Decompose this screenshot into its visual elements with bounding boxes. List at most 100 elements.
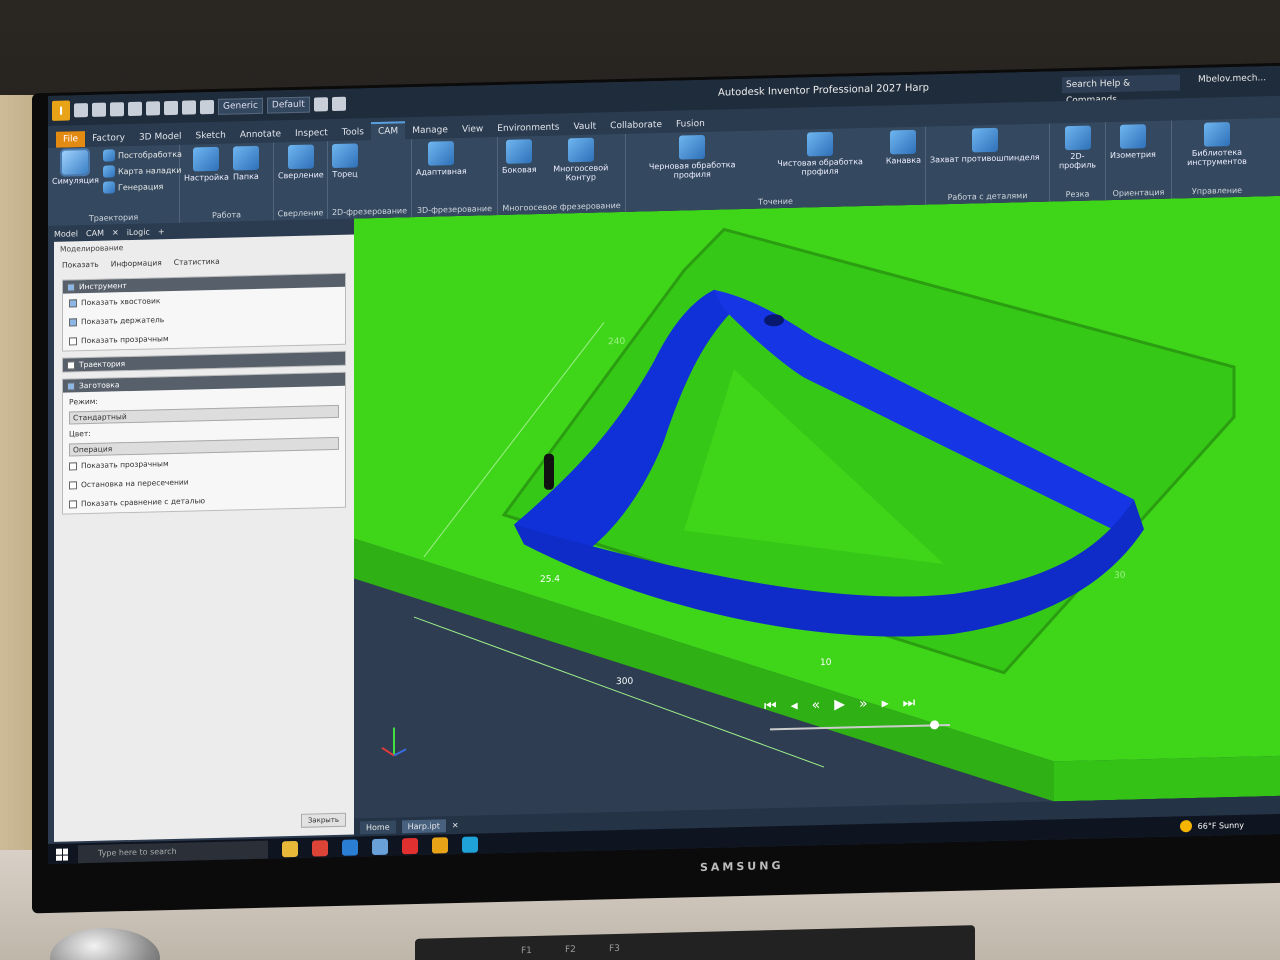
dimension-label-240: 240 (608, 337, 625, 347)
tab-inspect[interactable]: Inspect (288, 125, 335, 142)
close-button[interactable]: Закрыть (300, 812, 346, 828)
subtab-stats[interactable]: Статистика (174, 257, 220, 267)
edge-icon[interactable] (462, 836, 478, 853)
close-icon[interactable]: ✕ (452, 820, 459, 829)
tab-sketch[interactable]: Sketch (189, 127, 233, 144)
sub-spindle-icon (971, 127, 998, 153)
tab-collaborate[interactable]: Collaborate (603, 117, 669, 135)
profile-2d-button[interactable]: 2D-профиль (1054, 125, 1101, 170)
rewind-icon[interactable]: « (812, 697, 821, 713)
sub-spindle-grab-button[interactable]: Захват противошпинделя (930, 127, 1040, 164)
drilling-button[interactable]: Сверление (278, 144, 324, 180)
simulation-panel: Моделирование Показать Информация Статис… (54, 234, 354, 842)
show-shank-checkbox[interactable] (69, 298, 77, 307)
home-icon[interactable] (164, 100, 178, 116)
generate-button[interactable]: Генерация (102, 180, 182, 194)
step-forward-icon[interactable]: ▸ (882, 695, 889, 711)
new-icon[interactable] (74, 103, 88, 118)
toolpath-section: Траектория (62, 350, 346, 373)
doc-tab-home[interactable]: Home (360, 820, 396, 834)
app-red-icon[interactable] (402, 837, 418, 855)
tab-factory[interactable]: Factory (85, 130, 132, 147)
subtab-show[interactable]: Показать (62, 260, 99, 270)
groove-icon (890, 129, 917, 155)
close-icon[interactable]: ✕ (112, 228, 119, 237)
stock-checkbox[interactable] (67, 381, 75, 391)
play-icon[interactable]: ▶ (834, 697, 845, 713)
subtab-info[interactable]: Информация (111, 258, 162, 268)
isometric-cube-icon (1119, 124, 1146, 149)
show-holder-checkbox[interactable] (69, 317, 77, 326)
tab-file[interactable]: File (56, 131, 86, 148)
group-cutting: 2D-профиль Резка (1050, 122, 1106, 202)
skip-start-icon[interactable]: ⏮ (764, 698, 777, 714)
calculator-icon[interactable] (372, 838, 388, 856)
browser-tab-cam[interactable]: CAM (86, 228, 104, 237)
open-icon[interactable] (92, 102, 106, 117)
generate-icon (102, 181, 115, 194)
material-select[interactable]: Default (266, 96, 310, 114)
fx-icon[interactable] (313, 97, 328, 112)
multiaxis-contour-button[interactable]: Многоосевой Контур (541, 137, 621, 183)
setup-icon (193, 146, 220, 172)
profile-roughing-button[interactable]: Черновая обработка профиля (630, 134, 754, 181)
setup-button[interactable]: Настройка (184, 146, 229, 183)
adaptive-button[interactable]: Адаптивная (416, 141, 467, 177)
multiaxis-contour-icon (567, 137, 594, 163)
postprocess-button[interactable]: Постобработка (102, 148, 182, 162)
fast-forward-icon[interactable]: » (859, 696, 868, 712)
undo-icon[interactable] (128, 101, 142, 117)
groove-button[interactable]: Канавка (886, 129, 921, 166)
skip-end-icon[interactable]: ⏭ (903, 695, 916, 711)
help-search-input[interactable]: Search Help & Commands... (1062, 74, 1180, 106)
profile-finishing-button[interactable]: Чистовая обработка профиля (758, 131, 881, 178)
isometric-button[interactable]: Изометрия (1110, 124, 1156, 160)
facing-button[interactable]: Торец (332, 143, 358, 179)
stock-transparent-checkbox[interactable] (69, 461, 77, 470)
tab-cam[interactable]: CAM (370, 121, 406, 141)
file-explorer-icon[interactable] (282, 840, 298, 858)
inventor-taskbar-icon[interactable] (432, 837, 448, 854)
stop-collision-checkbox[interactable] (69, 480, 77, 489)
tab-vault[interactable]: Vault (566, 118, 603, 135)
toolpath-section-header[interactable]: Траектория (63, 351, 345, 372)
tab-fusion[interactable]: Fusion (669, 116, 712, 133)
tool-checkbox[interactable] (67, 282, 75, 292)
tab-tools[interactable]: Tools (335, 124, 371, 141)
add-tab-icon[interactable]: + (158, 227, 165, 236)
tab-view[interactable]: View (455, 121, 490, 138)
inventor-logo-icon[interactable]: I (52, 100, 70, 121)
save-icon[interactable] (110, 102, 124, 117)
windows-start-icon[interactable] (56, 848, 68, 861)
step-back-icon[interactable]: ◂ (791, 698, 798, 714)
redo-icon[interactable] (146, 101, 160, 116)
setup-sheet-button[interactable]: Карта наладки (102, 164, 182, 178)
tab-manage[interactable]: Manage (405, 122, 455, 139)
toolpath-checkbox[interactable] (67, 360, 75, 370)
group-manage: Библиотека инструментов Управление (1172, 118, 1262, 198)
browser-tab-ilogic[interactable]: iLogic (127, 227, 150, 237)
swarf-button[interactable]: Боковая (502, 139, 537, 175)
simulation-button[interactable]: Симуляция (52, 150, 99, 186)
measure-icon[interactable] (331, 96, 346, 112)
tab-3d-model[interactable]: 3D Model (132, 129, 189, 146)
folder-button[interactable]: Папка (232, 145, 259, 182)
show-transparent-checkbox[interactable] (69, 336, 77, 345)
tab-annotate[interactable]: Annotate (233, 126, 288, 143)
outlook-icon[interactable] (342, 839, 358, 856)
3d-viewport[interactable]: 240 300 25.4 10 30 ⏮ ◂ « ▶ » ▸ ⏭ (354, 195, 1280, 819)
tab-environments[interactable]: Environments (490, 119, 566, 137)
browser-tab-model[interactable]: Model (54, 229, 78, 239)
monitor-brand: SAMSUNG (700, 858, 784, 875)
update-icon[interactable] (182, 100, 196, 115)
weather-widget[interactable]: 66°F Sunny (1179, 819, 1244, 833)
sun-icon (1179, 820, 1192, 833)
compare-part-checkbox[interactable] (69, 499, 77, 508)
appearance-select[interactable]: Generic (218, 97, 263, 115)
doc-tab-file[interactable]: Harp.ipt (401, 818, 446, 833)
chrome-icon[interactable] (312, 840, 328, 857)
user-account[interactable]: Mbelov.mech... (1198, 73, 1266, 85)
tool-library-button[interactable]: Библиотека инструментов (1176, 121, 1258, 167)
simulation-scene: 240 300 25.4 10 30 (354, 195, 1280, 802)
close-doc-icon[interactable] (200, 99, 214, 115)
